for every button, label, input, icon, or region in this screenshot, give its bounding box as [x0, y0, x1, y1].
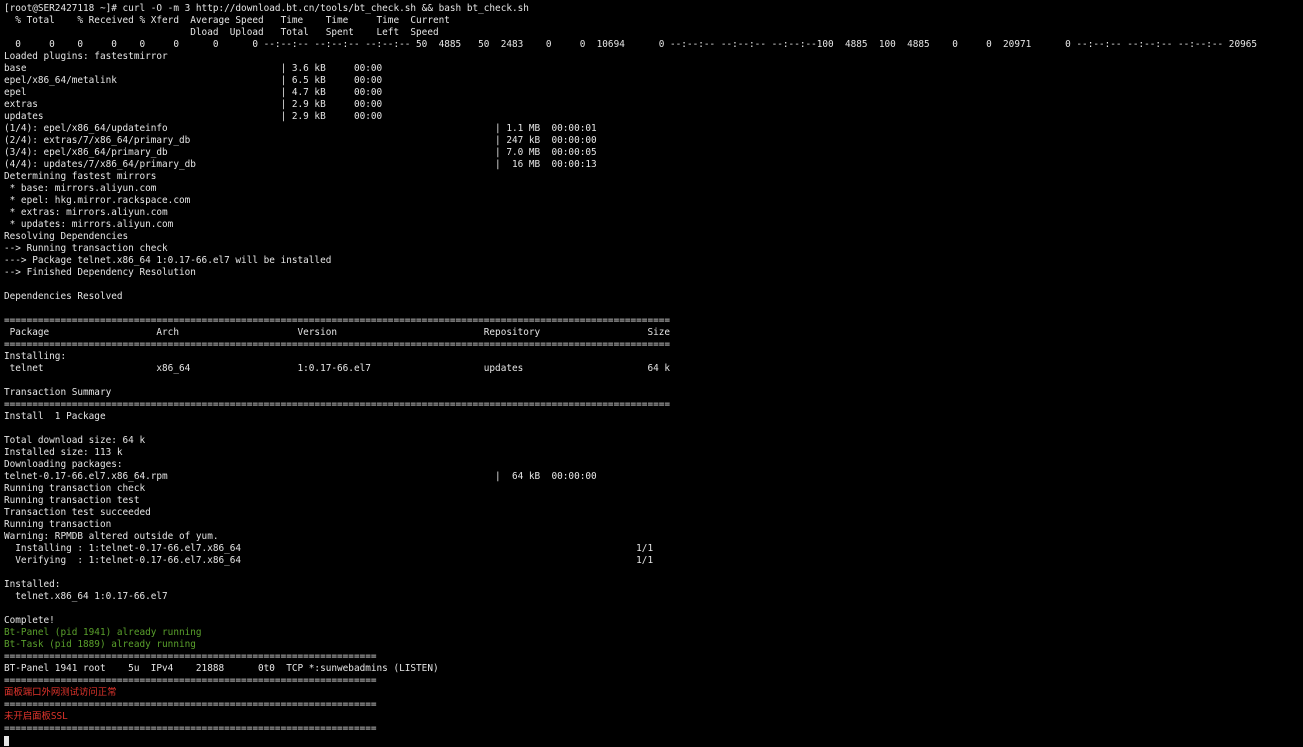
terminal-line: ========================================… [4, 399, 671, 410]
terminal-line: 0 0 0 0 0 0 0 0 --:--:-- --:--:-- --:--:… [4, 39, 1258, 50]
terminal-line: Installing : 1:telnet-0.17-66.el7.x86_64… [4, 543, 654, 554]
terminal-line: extras | 2.9 kB 00:00 [4, 99, 383, 110]
terminal-line: (1/4): epel/x86_64/updateinfo | 1.1 MB 0… [4, 123, 597, 134]
terminal-line: telnet-0.17-66.el7.x86_64.rpm | 64 kB 00… [4, 471, 597, 482]
terminal-line: base | 3.6 kB 00:00 [4, 63, 383, 74]
terminal-line: 未开启面板SSL [4, 711, 68, 722]
terminal-line: Loaded plugins: fastestmirror [4, 51, 168, 62]
terminal-line: Verifying : 1:telnet-0.17-66.el7.x86_64 … [4, 555, 654, 566]
terminal-line: * extras: mirrors.aliyun.com [4, 207, 168, 218]
terminal-line: ========================================… [4, 651, 377, 662]
terminal-line: * epel: hkg.mirror.rackspace.com [4, 195, 191, 206]
terminal-line: Dependencies Resolved [4, 291, 123, 302]
terminal-line: [root@SER2427118 ~]# curl -O -m 3 http:/… [4, 3, 529, 14]
terminal-line: ---> Package telnet.x86_64 1:0.17-66.el7… [4, 255, 332, 266]
terminal-line: epel/x86_64/metalink | 6.5 kB 00:00 [4, 75, 383, 86]
terminal-line: Warning: RPMDB altered outside of yum. [4, 531, 219, 542]
terminal-line: (3/4): epel/x86_64/primary_db | 7.0 MB 0… [4, 147, 597, 158]
terminal-line: Package Arch Version Repository Size [4, 327, 671, 338]
terminal-line: epel | 4.7 kB 00:00 [4, 87, 383, 98]
text-cursor [4, 736, 9, 746]
terminal-line: telnet.x86_64 1:0.17-66.el7 [4, 591, 168, 602]
terminal-line: ========================================… [4, 339, 671, 350]
prompt-line[interactable] [4, 735, 1303, 747]
terminal-line: Determining fastest mirrors [4, 171, 157, 182]
terminal-line: ========================================… [4, 699, 377, 710]
terminal-output: [root@SER2427118 ~]# curl -O -m 3 http:/… [4, 3, 1303, 735]
terminal-line: Bt-Task (pid 1889) already running [4, 639, 196, 650]
terminal-line: Downloading packages: [4, 459, 123, 470]
terminal-line: ========================================… [4, 315, 671, 326]
terminal-line: 面板端口外网测试访问正常 [4, 687, 117, 698]
terminal-line: Transaction test succeeded [4, 507, 151, 518]
terminal-line: updates | 2.9 kB 00:00 [4, 111, 383, 122]
terminal-line: % Total % Received % Xferd Average Speed… [4, 15, 450, 26]
terminal-line: ========================================… [4, 723, 377, 734]
terminal-line: --> Finished Dependency Resolution [4, 267, 196, 278]
terminal-line: telnet x86_64 1:0.17-66.el7 updates 64 k [4, 363, 671, 374]
terminal-line: Installed: [4, 579, 61, 590]
terminal-line: Transaction Summary [4, 387, 112, 398]
terminal-line: Bt-Panel (pid 1941) already running [4, 627, 202, 638]
terminal-line: Installing: [4, 351, 67, 362]
terminal-line: Dload Upload Total Spent Left Speed [4, 27, 439, 38]
terminal-line: Install 1 Package [4, 411, 106, 422]
terminal-line: Running transaction [4, 519, 112, 530]
terminal-line: (4/4): updates/7/x86_64/primary_db | 16 … [4, 159, 597, 170]
terminal-line: Running transaction check [4, 483, 146, 494]
terminal-line: Resolving Dependencies [4, 231, 129, 242]
terminal-line: Complete! [4, 615, 55, 626]
terminal-line: ========================================… [4, 675, 377, 686]
terminal-line: Installed size: 113 k [4, 447, 123, 458]
terminal-line: Running transaction test [4, 495, 140, 506]
terminal-line: (2/4): extras/7/x86_64/primary_db | 247 … [4, 135, 597, 146]
terminal-window[interactable]: [root@SER2427118 ~]# curl -O -m 3 http:/… [0, 0, 1303, 747]
terminal-line: --> Running transaction check [4, 243, 168, 254]
terminal-line: * base: mirrors.aliyun.com [4, 183, 157, 194]
terminal-line: Total download size: 64 k [4, 435, 146, 446]
terminal-line: * updates: mirrors.aliyun.com [4, 219, 174, 230]
terminal-line: BT-Panel 1941 root 5u IPv4 21888 0t0 TCP… [4, 663, 439, 674]
